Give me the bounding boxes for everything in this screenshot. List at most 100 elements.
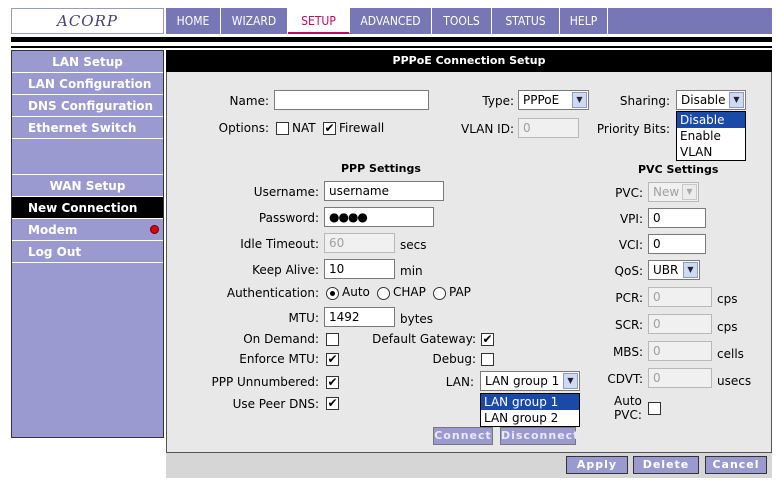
mbs-label: MBS:	[612, 345, 643, 359]
tab-advanced[interactable]: ADVANCED	[350, 8, 432, 34]
authentication-label: Authentication:	[226, 286, 319, 300]
cdvt-label: CDVT:	[607, 372, 643, 386]
sidebar-item-modem[interactable]: Modem	[12, 219, 163, 241]
default-gateway-checkbox[interactable]: ✔	[481, 333, 494, 346]
cdvt-unit: usecs	[717, 374, 752, 388]
auth-chap-radio[interactable]	[377, 287, 390, 300]
username-label: Username:	[253, 185, 319, 199]
nat-checkbox[interactable]	[276, 122, 289, 135]
tab-help[interactable]: HELP	[560, 8, 608, 34]
name-label: Name:	[229, 94, 269, 108]
sidebar-item-new-connection[interactable]: New Connection	[12, 197, 163, 219]
sidebar-header-wan: WAN Setup	[12, 175, 163, 197]
vlan-id-input[interactable]: 0	[518, 118, 579, 138]
lan-option-group-1[interactable]: LAN group 1	[481, 394, 579, 410]
enforce-mtu-label: Enforce MTU:	[239, 352, 319, 366]
mtu-input[interactable]: 1492	[324, 307, 395, 327]
options-label: Options:	[218, 121, 269, 135]
ppp-unnumbered-checkbox[interactable]: ✔	[326, 376, 339, 389]
disconnect-button[interactable]: Disconnect	[500, 427, 578, 445]
keep-alive-label: Keep Alive:	[252, 263, 319, 277]
delete-button[interactable]: Delete	[633, 456, 699, 474]
cancel-button[interactable]: Cancel	[705, 456, 767, 474]
header-divider	[11, 37, 772, 42]
pcr-input[interactable]: 0	[648, 287, 712, 307]
ppp-settings-title: PPP Settings	[341, 162, 421, 175]
mtu-unit: bytes	[400, 312, 434, 326]
chevron-down-icon: ▼	[729, 92, 744, 108]
sidebar-item-dns-configuration[interactable]: DNS Configuration	[12, 95, 163, 117]
tab-status[interactable]: STATUS	[492, 8, 560, 34]
sidebar-item-log-out[interactable]: Log Out	[12, 241, 163, 263]
auth-auto-radio[interactable]	[326, 287, 339, 300]
mbs-input[interactable]: 0	[648, 341, 712, 361]
password-label: Password:	[258, 211, 319, 225]
lan-label: LAN:	[445, 375, 474, 389]
vci-label: VCI:	[618, 238, 643, 252]
mtu-label: MTU:	[288, 311, 319, 325]
keep-alive-unit: min	[400, 264, 423, 278]
connect-button[interactable]: Connect	[433, 427, 493, 445]
sharing-option-disable[interactable]: Disable	[677, 112, 745, 128]
apply-button[interactable]: Apply	[566, 456, 628, 474]
auto-pvc-checkbox[interactable]	[648, 402, 661, 415]
status-alert-icon	[150, 225, 159, 234]
scr-unit: cps	[717, 320, 738, 334]
cdvt-input[interactable]: 0	[648, 368, 712, 388]
auth-pap-label: PAP	[449, 285, 471, 299]
qos-select[interactable]: UBR ▼	[648, 260, 700, 280]
lan-option-group-2[interactable]: LAN group 2	[481, 410, 579, 426]
auto-pvc-label-line2: PVC:	[614, 408, 642, 422]
use-peer-dns-checkbox[interactable]: ✔	[326, 397, 339, 410]
lan-dropdown-list: LAN group 1 LAN group 2	[480, 393, 580, 427]
tab-tools[interactable]: TOOLS	[432, 8, 492, 34]
on-demand-checkbox[interactable]	[326, 333, 339, 346]
acorp-logo[interactable]: ACORP	[11, 8, 164, 34]
sidebar-item-ethernet-switch[interactable]: Ethernet Switch	[12, 117, 163, 139]
name-input[interactable]	[274, 90, 429, 110]
tab-setup[interactable]: SETUP	[288, 8, 350, 34]
password-input[interactable]: ●●●●	[324, 207, 434, 227]
scr-label: SCR:	[614, 318, 643, 332]
type-select[interactable]: PPPoE ▼	[518, 90, 589, 110]
keep-alive-input[interactable]: 10	[324, 259, 395, 279]
sidebar-item-lan-configuration[interactable]: LAN Configuration	[12, 73, 163, 95]
auth-pap-radio[interactable]	[433, 287, 446, 300]
chevron-down-icon: ▼	[572, 92, 587, 108]
tab-home[interactable]: HOME	[166, 8, 221, 34]
vpi-label: VPI:	[619, 212, 643, 226]
vlan-id-label: VLAN ID:	[461, 122, 514, 136]
on-demand-label: On Demand:	[243, 332, 319, 346]
mbs-unit: cells	[717, 347, 744, 361]
lan-select[interactable]: LAN group 1 ▼	[480, 371, 580, 391]
nat-label: NAT	[292, 121, 316, 135]
scr-input[interactable]: 0	[648, 314, 712, 334]
idle-timeout-unit: secs	[400, 238, 427, 252]
default-gateway-label: Default Gateway:	[372, 332, 476, 346]
ppp-unnumbered-label: PPP Unnumbered:	[211, 375, 319, 389]
debug-checkbox[interactable]	[481, 353, 494, 366]
pvc-select[interactable]: New ▼	[648, 182, 699, 202]
page-title: PPPoE Connection Setup	[166, 50, 772, 72]
tab-wizard[interactable]: WIZARD	[221, 8, 288, 34]
use-peer-dns-label: Use Peer DNS:	[232, 397, 319, 411]
enforce-mtu-checkbox[interactable]: ✔	[326, 353, 339, 366]
chevron-down-icon: ▼	[563, 373, 578, 389]
sharing-option-vlan[interactable]: VLAN	[677, 144, 745, 160]
sharing-option-enable[interactable]: Enable	[677, 128, 745, 144]
idle-timeout-input[interactable]: 60	[324, 233, 395, 253]
firewall-checkbox[interactable]: ✔	[323, 122, 336, 135]
username-input[interactable]: username	[324, 181, 444, 201]
pcr-label: PCR:	[615, 291, 643, 305]
debug-label: Debug:	[432, 352, 476, 366]
vpi-input[interactable]: 0	[648, 208, 706, 228]
pcr-unit: cps	[717, 292, 738, 306]
auth-chap-label: CHAP	[393, 285, 426, 299]
type-label: Type:	[482, 94, 514, 108]
sharing-select[interactable]: Disable ▼	[676, 90, 746, 110]
sidebar-item-label: Modem	[28, 223, 78, 237]
sharing-dropdown-list: Disable Enable VLAN	[676, 111, 746, 161]
vci-input[interactable]: 0	[648, 234, 706, 254]
qos-label: QoS:	[614, 264, 643, 278]
priority-bits-label: Priority Bits:	[596, 122, 670, 136]
